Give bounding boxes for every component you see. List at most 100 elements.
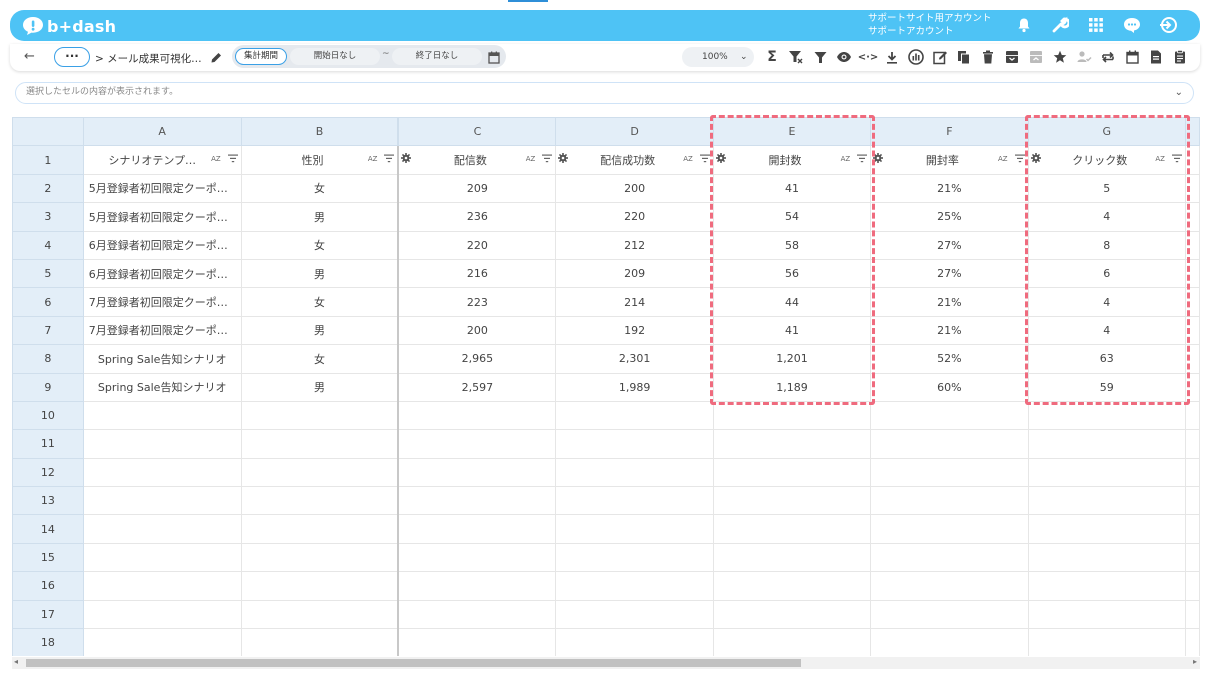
table-cell[interactable] (82, 457, 242, 488)
period-button[interactable]: 集計期間 (235, 48, 287, 65)
table-cell[interactable]: 7月登録者初回限定クーポ… (82, 315, 242, 346)
table-cell[interactable] (82, 628, 242, 656)
column-filter-icon[interactable] (227, 153, 238, 166)
table-cell[interactable] (82, 571, 242, 601)
row-header[interactable]: 9 (12, 372, 84, 402)
table-cell[interactable]: 1,201 (712, 344, 872, 374)
sync-icon[interactable] (1096, 47, 1120, 67)
table-cell[interactable]: 52% (870, 344, 1029, 374)
table-cell[interactable] (397, 457, 557, 488)
filter-icon[interactable] (808, 47, 832, 67)
table-cell[interactable] (82, 400, 242, 431)
schedule-calendar-icon[interactable] (1120, 47, 1144, 67)
column-filter-icon[interactable] (542, 153, 553, 166)
table-cell[interactable] (555, 400, 714, 431)
table-cell[interactable]: Spring Sale告知シナリオ (82, 372, 242, 402)
table-cell[interactable]: 63 (1027, 344, 1186, 374)
row-header[interactable]: 2 (12, 173, 84, 204)
code-icon[interactable]: <·> (856, 47, 880, 67)
table-cell[interactable]: 5 (1027, 173, 1186, 204)
table-cell[interactable]: 223 (397, 287, 557, 317)
trash-icon[interactable] (976, 47, 1000, 67)
table-cell[interactable]: 200 (555, 173, 714, 204)
gear-icon[interactable] (1030, 153, 1041, 166)
table-cell[interactable]: 女 (240, 230, 400, 260)
calendar-icon[interactable] (488, 49, 500, 68)
column-header-b[interactable]: B (240, 117, 400, 147)
table-cell[interactable]: 4 (1027, 202, 1186, 232)
table-cell[interactable] (555, 486, 714, 516)
table-cell[interactable] (870, 571, 1029, 601)
table-cell[interactable]: 220 (555, 202, 714, 232)
table-cell[interactable]: 200 (397, 315, 557, 346)
table-cell[interactable] (82, 486, 242, 516)
table-cell[interactable] (240, 514, 400, 544)
column-filter-icon[interactable] (384, 153, 395, 166)
scrollbar-thumb[interactable] (26, 659, 801, 667)
table-cell[interactable] (712, 599, 872, 630)
horizontal-scrollbar[interactable]: ◂ ▸ (12, 657, 1200, 669)
account-info[interactable]: サポートサイト用アカウント サポートアカウント (868, 13, 992, 38)
table-cell[interactable] (240, 599, 400, 630)
row-header[interactable]: 6 (12, 287, 84, 317)
table-cell[interactable] (1027, 486, 1186, 516)
column-header-c[interactable]: C (397, 117, 557, 147)
table-cell[interactable]: 54 (712, 202, 872, 232)
document-icon[interactable] (1144, 47, 1168, 67)
table-cell[interactable] (712, 457, 872, 488)
table-cell[interactable] (240, 628, 400, 656)
table-cell[interactable]: 女 (240, 287, 400, 317)
table-cell[interactable] (555, 429, 714, 459)
table-cell[interactable] (555, 571, 714, 601)
table-cell[interactable]: 59 (1027, 372, 1186, 402)
table-cell[interactable]: 27% (870, 258, 1029, 289)
table-cell[interactable] (870, 514, 1029, 544)
table-cell[interactable] (555, 599, 714, 630)
table-cell[interactable] (555, 457, 714, 488)
star-icon[interactable] (1048, 47, 1072, 67)
table-cell[interactable] (870, 400, 1029, 431)
app-logo[interactable]: b+dash (22, 14, 116, 38)
table-cell[interactable] (712, 571, 872, 601)
table-cell[interactable] (240, 400, 400, 431)
table-cell[interactable]: 男 (240, 372, 400, 402)
table-cell[interactable] (240, 571, 400, 601)
gear-icon[interactable] (715, 153, 726, 166)
table-cell[interactable]: 7月登録者初回限定クーポ… (82, 287, 242, 317)
table-cell[interactable] (240, 457, 400, 488)
row-header[interactable]: 3 (12, 202, 84, 232)
table-cell[interactable] (397, 542, 557, 573)
column-header-f[interactable]: F (870, 117, 1029, 147)
gear-icon[interactable] (401, 153, 412, 166)
table-cell[interactable]: 214 (555, 287, 714, 317)
user-check-icon[interactable] (1072, 47, 1096, 67)
table-cell[interactable]: 8 (1027, 230, 1186, 260)
select-all-corner[interactable] (12, 117, 84, 147)
sort-az-icon[interactable]: AZ (211, 155, 221, 163)
field-header-cell[interactable]: クリック数 AZ (1027, 145, 1186, 175)
table-cell[interactable]: 6月登録者初回限定クーポ… (82, 258, 242, 289)
row-header[interactable]: 16 (12, 571, 84, 601)
field-header-cell[interactable]: シナリオテンプ… AZ (82, 145, 242, 175)
column-header-d[interactable]: D (555, 117, 714, 147)
table-cell[interactable] (1027, 628, 1186, 656)
table-cell[interactable] (712, 429, 872, 459)
table-cell[interactable] (82, 599, 242, 630)
row-header[interactable]: 17 (12, 599, 84, 630)
table-cell[interactable]: 6 (1027, 258, 1186, 289)
gear-icon[interactable] (873, 153, 884, 166)
table-cell[interactable] (397, 429, 557, 459)
table-cell[interactable] (712, 486, 872, 516)
table-cell[interactable]: 192 (555, 315, 714, 346)
table-cell[interactable] (82, 542, 242, 573)
edit-note-icon[interactable] (928, 47, 952, 67)
table-cell[interactable] (870, 628, 1029, 656)
table-cell[interactable] (870, 429, 1029, 459)
table-cell[interactable] (397, 571, 557, 601)
sort-az-icon[interactable]: AZ (841, 155, 851, 163)
table-cell[interactable]: 21% (870, 315, 1029, 346)
table-cell[interactable]: 4 (1027, 315, 1186, 346)
clipboard-icon[interactable] (1168, 47, 1192, 67)
table-cell[interactable] (397, 514, 557, 544)
table-cell[interactable]: 1,189 (712, 372, 872, 402)
